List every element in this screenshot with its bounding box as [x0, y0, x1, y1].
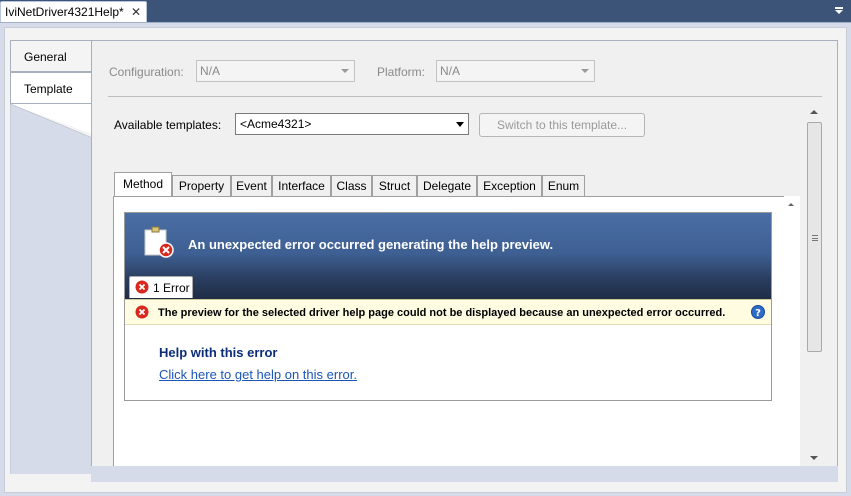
chevron-down-icon — [341, 69, 349, 73]
tab-interface[interactable]: Interface — [272, 175, 331, 197]
error-banner: An unexpected error occurred generating … — [125, 213, 771, 299]
scroll-up-icon[interactable] — [810, 110, 818, 114]
close-icon[interactable]: ✕ — [129, 5, 143, 19]
bottom-edge — [91, 466, 838, 482]
tab-menu-dropdown-icon[interactable] — [833, 4, 845, 16]
configuration-label: Configuration: — [109, 65, 184, 79]
scroll-down-icon[interactable] — [810, 456, 818, 460]
tab-property[interactable]: Property — [172, 175, 231, 197]
tab-template-label: Template — [24, 82, 73, 96]
scrollbar-thumb[interactable] — [807, 122, 822, 352]
tab-class[interactable]: Class — [331, 175, 372, 197]
banner-title: An unexpected error occurred generating … — [188, 237, 554, 252]
help-icon[interactable]: ? — [751, 305, 765, 319]
switch-template-button: Switch to this template... — [479, 113, 645, 137]
svg-text:?: ? — [755, 308, 761, 319]
help-section-title: Help with this error — [159, 345, 278, 360]
tab-struct[interactable]: Struct — [372, 175, 417, 197]
tab-method[interactable]: Method — [114, 172, 172, 198]
help-link[interactable]: Click here to get help on this error. — [159, 367, 357, 382]
available-templates-label: Available templates: — [114, 118, 222, 132]
error-message-bar: The preview for the selected driver help… — [125, 299, 771, 325]
error-message: The preview for the selected driver help… — [158, 307, 726, 319]
tab-exception[interactable]: Exception — [477, 175, 542, 197]
chevron-down-icon — [456, 122, 464, 127]
help-preview: An unexpected error occurred generating … — [124, 212, 772, 401]
preview-scrollbar[interactable] — [784, 196, 800, 466]
error-count-label: 1 Error — [153, 281, 190, 295]
document-tab[interactable]: IviNetDriver4321Help* ✕ — [0, 1, 147, 23]
separator — [108, 96, 822, 97]
error-icon — [135, 280, 149, 294]
configuration-value: N/A — [200, 64, 221, 78]
available-templates-value: <Acme4321> — [240, 117, 312, 131]
error-count-tab[interactable]: 1 Error — [129, 276, 193, 298]
tab-general-label: General — [24, 50, 67, 64]
document-tab-strip: IviNetDriver4321Help* ✕ — [0, 0, 851, 23]
available-templates-select[interactable]: <Acme4321> — [235, 113, 469, 135]
platform-value: N/A — [440, 64, 461, 78]
document-error-icon — [144, 226, 174, 258]
tab-enum[interactable]: Enum — [542, 175, 585, 197]
tab-event[interactable]: Event — [231, 175, 272, 197]
tab-general[interactable]: General — [10, 40, 92, 72]
chevron-down-icon — [581, 69, 589, 73]
tab-shadow-wedge — [10, 104, 92, 474]
error-icon — [135, 305, 149, 319]
platform-label: Platform: — [377, 65, 426, 79]
tab-template[interactable]: Template — [10, 72, 94, 104]
platform-select: N/A — [436, 60, 595, 82]
scroll-up-icon[interactable] — [788, 203, 794, 206]
tab-delegate[interactable]: Delegate — [417, 175, 477, 197]
configuration-select: N/A — [196, 60, 355, 82]
page-scrollbar[interactable] — [806, 104, 823, 466]
grip-icon — [812, 235, 818, 241]
document-tab-title: IviNetDriver4321Help* — [5, 5, 124, 19]
